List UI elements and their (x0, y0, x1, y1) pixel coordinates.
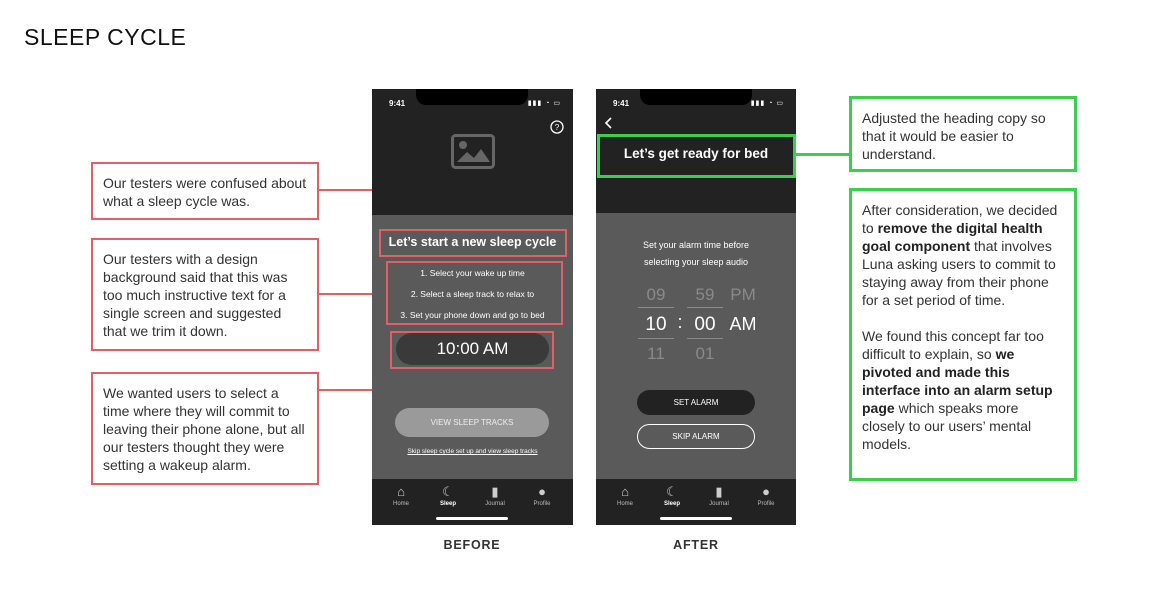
profile-icon: ● (762, 484, 770, 499)
note-text: Our testers were confused about what a s… (103, 175, 307, 209)
home-icon: ⌂ (397, 484, 405, 499)
moon-icon: ☾ (666, 484, 678, 499)
minute-line (687, 338, 723, 339)
image-placeholder-icon (451, 134, 495, 169)
tab-bar: ⌂ Home ☾ Sleep ▮ Journal ● Profile (596, 479, 796, 525)
tab-label: Profile (757, 501, 775, 507)
note-too-much-text: Our testers with a design background sai… (91, 238, 319, 351)
note-text: Adjusted the heading copy so that it wou… (862, 110, 1046, 162)
note-text: Our testers with a design background sai… (103, 251, 288, 339)
tab-label: Home (616, 501, 633, 507)
svg-text:?: ? (555, 123, 560, 132)
minute-prev: 59 (695, 285, 715, 304)
skip-setup-link[interactable]: Skip sleep cycle set up and view sleep t… (372, 448, 573, 455)
before-caption: BEFORE (443, 538, 501, 552)
minute-current: 00 (694, 314, 716, 335)
minute-next: 01 (695, 344, 715, 363)
tab-profile[interactable]: ● Profile (746, 484, 786, 508)
highlight-before-time (390, 331, 554, 369)
tab-label: Home (392, 501, 409, 507)
home-indicator (660, 517, 732, 520)
tab-label: Journal (709, 501, 729, 507)
hour-line (638, 307, 674, 308)
hour-current: 10 (645, 314, 667, 335)
page-title: SLEEP CYCLE (24, 24, 187, 50)
period-current: AM (729, 314, 757, 334)
journal-icon: ▮ (715, 484, 723, 499)
back-chevron-icon[interactable] (604, 116, 614, 130)
tab-home[interactable]: ⌂ Home (381, 484, 421, 508)
skip-alarm-label: SKIP ALARM (672, 432, 720, 441)
note-text: We found this concept far too difficult … (862, 328, 1044, 362)
note-paragraph: After consideration, we decided to remov… (862, 201, 1064, 309)
tab-journal[interactable]: ▮ Journal (475, 484, 515, 508)
status-time: 9:41 (389, 99, 406, 108)
note-alarm-pivot: After consideration, we decided to remov… (849, 188, 1077, 481)
hour-prev: 09 (646, 285, 666, 304)
view-sleep-tracks-button[interactable]: VIEW SLEEP TRACKS (395, 408, 549, 437)
home-indicator (436, 517, 508, 520)
status-icons: ▮▮▮ ◔ ▭ (750, 100, 784, 107)
after-instruction-2: selecting your sleep audio (643, 257, 749, 267)
hour-next: 11 (647, 344, 665, 363)
highlight-before-steps (386, 261, 563, 325)
view-sleep-tracks-label: VIEW SLEEP TRACKS (430, 418, 514, 427)
connector-line (796, 153, 850, 156)
tab-label: Sleep (663, 501, 680, 507)
skip-alarm-button[interactable]: SKIP ALARM (637, 424, 755, 449)
moon-icon: ☾ (442, 484, 454, 499)
help-icon[interactable]: ? (550, 120, 564, 134)
tab-label: Profile (533, 501, 551, 507)
hour-line (638, 338, 674, 339)
tab-journal[interactable]: ▮ Journal (699, 484, 739, 508)
profile-icon: ● (538, 484, 546, 499)
set-alarm-button[interactable]: SET ALARM (637, 390, 755, 415)
tab-label: Sleep (439, 501, 456, 507)
time-separator: : (677, 312, 683, 332)
phone-notch (640, 89, 752, 105)
tab-profile[interactable]: ● Profile (522, 484, 562, 508)
phone-notch (416, 89, 528, 105)
tab-bar: ⌂ Home ☾ Sleep ▮ Journal ● Profile (372, 479, 573, 525)
tab-label: Journal (485, 501, 505, 507)
note-text: We wanted users to select a time where t… (103, 385, 305, 473)
set-alarm-label: SET ALARM (673, 398, 719, 407)
highlight-before-heading (379, 229, 567, 257)
tab-home[interactable]: ⌂ Home (605, 484, 645, 508)
home-icon: ⌂ (621, 484, 629, 499)
highlight-after-heading (597, 134, 796, 178)
status-time: 9:41 (613, 99, 630, 108)
note-confusing-sleep-cycle: Our testers were confused about what a s… (91, 162, 319, 220)
after-instruction-1: Set your alarm time before (642, 240, 750, 250)
note-paragraph: We found this concept far too difficult … (862, 327, 1064, 453)
after-caption: AFTER (673, 538, 719, 552)
journal-icon: ▮ (491, 484, 499, 499)
tab-sleep[interactable]: ☾ Sleep (652, 484, 692, 508)
tab-sleep[interactable]: ☾ Sleep (428, 484, 468, 508)
period-picker[interactable]: PM AM (725, 281, 761, 361)
hour-picker[interactable]: 09 10 11 (636, 281, 676, 363)
note-heading-copy: Adjusted the heading copy so that it wou… (849, 96, 1077, 172)
minute-line (687, 307, 723, 308)
minute-picker[interactable]: 59 00 01 (685, 281, 725, 363)
period-prev: PM (730, 285, 756, 304)
note-wakeup-alarm: We wanted users to select a time where t… (91, 372, 319, 485)
status-icons: ▮▮▮ ◔ ▭ (527, 100, 561, 107)
